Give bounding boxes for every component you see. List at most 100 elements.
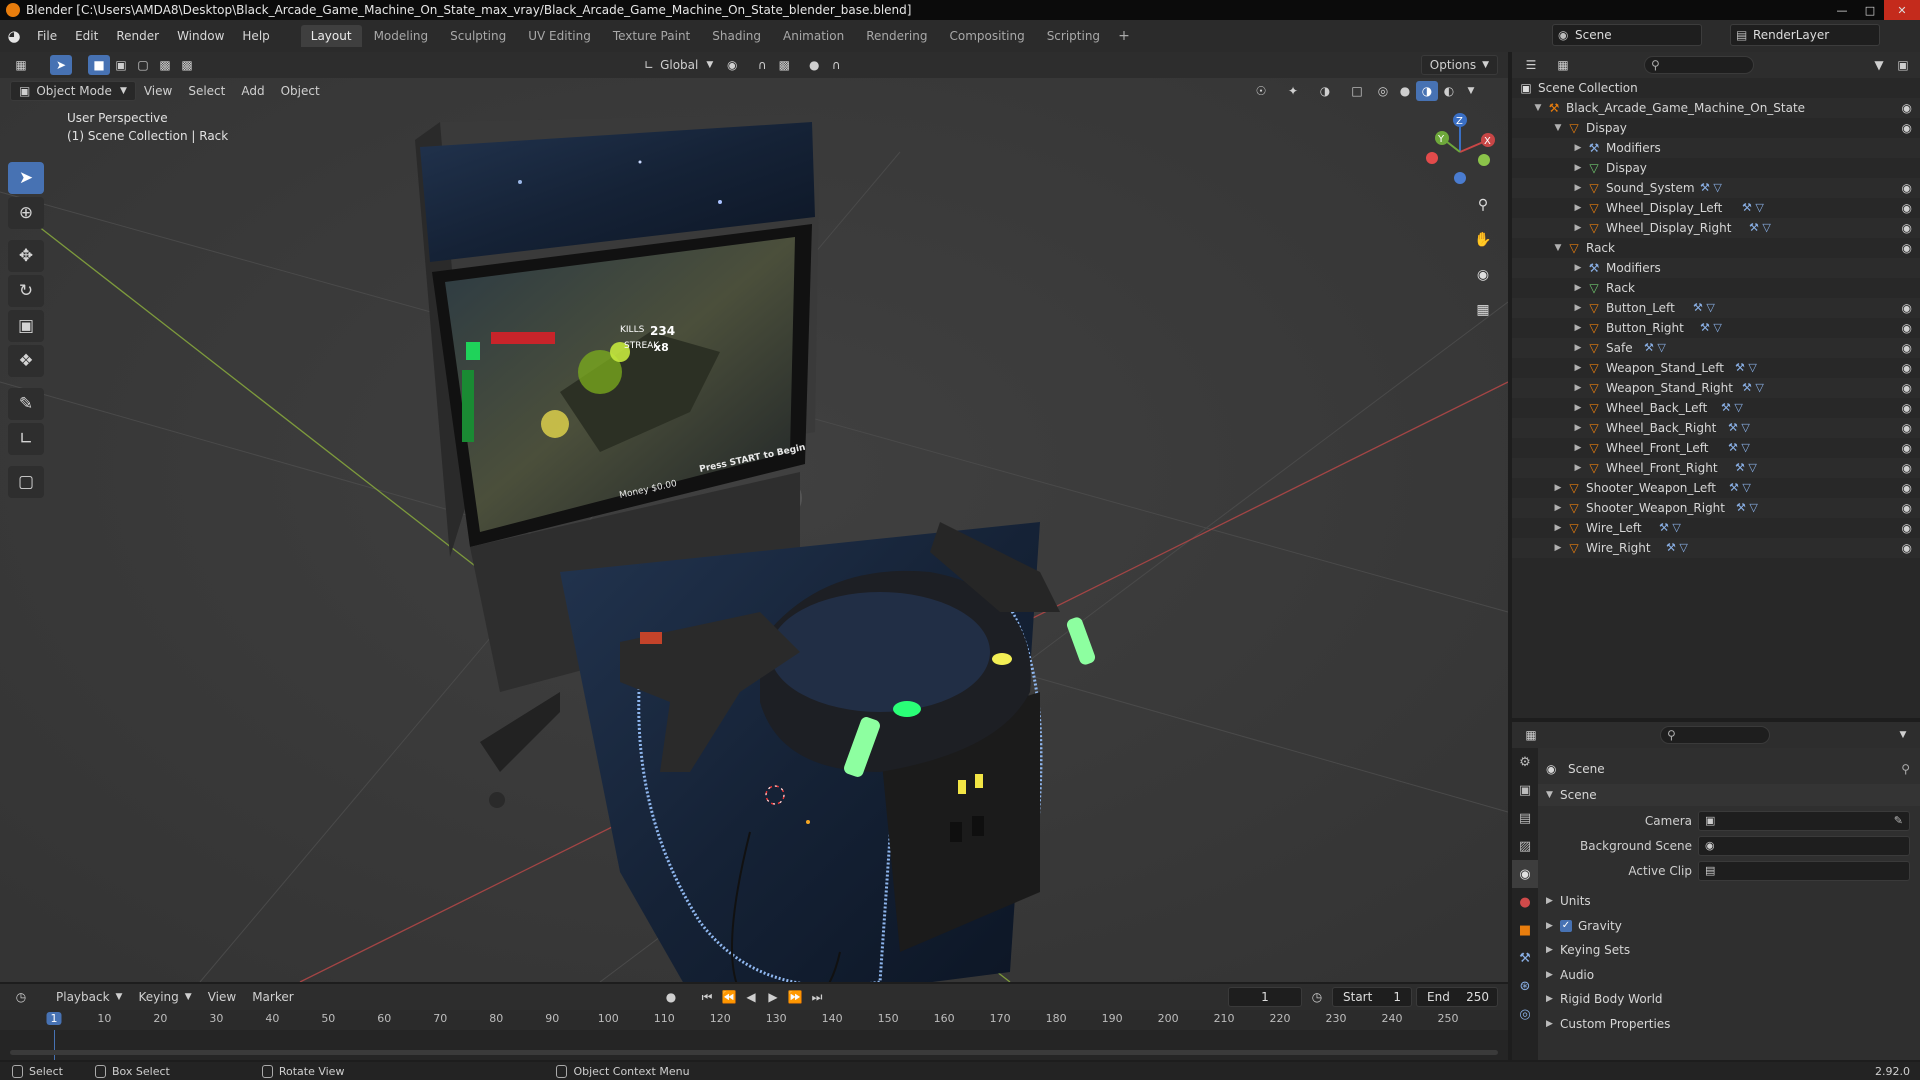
visibility-eye-icon[interactable]: ◉	[1902, 418, 1912, 438]
outliner-row[interactable]: ▶ ▽ Wire_Right ⚒ ▽ ◉	[1512, 538, 1920, 558]
ortho-grid-icon[interactable]: ▦	[1470, 297, 1496, 323]
expand-closed-icon[interactable]: ▶	[1572, 218, 1584, 238]
outliner-row[interactable]: ▶ ▽ Wire_Left ⚒ ▽ ◉	[1512, 518, 1920, 538]
particles-tab-icon[interactable]: ⊛	[1512, 972, 1538, 1000]
expand-closed-icon[interactable]: ▶	[1552, 538, 1564, 558]
rotate-tool-icon[interactable]: ↻	[8, 275, 44, 307]
close-button[interactable]: ✕	[1884, 0, 1920, 20]
render-tab-icon[interactable]: ▣	[1512, 776, 1538, 804]
3d-viewport[interactable]: KILLS 234 STREAK x8 Money $0.00 Press ST…	[0, 52, 1508, 982]
tab-sculpting[interactable]: Sculpting	[440, 25, 516, 47]
new-collection-icon[interactable]: ▣	[1892, 55, 1914, 75]
modifier-mesh-icons[interactable]: ⚒ ▽	[1721, 398, 1743, 418]
outliner-row[interactable]: ▶ ▽ Wheel_Display_Right ⚒ ▽ ◉	[1512, 218, 1920, 238]
visibility-eye-icon[interactable]: ◉	[1902, 378, 1912, 398]
transform-orientation-dropdown[interactable]: ∟ Global ▼	[636, 55, 721, 75]
shading-wireframe-icon[interactable]: ◎	[1372, 81, 1394, 101]
blender-menu-icon[interactable]: ◕	[0, 20, 28, 52]
outliner-row[interactable]: ▶ ▽ Safe ⚒ ▽ ◉	[1512, 338, 1920, 358]
visibility-eye-icon[interactable]: ◉	[1902, 238, 1912, 258]
expand-closed-icon[interactable]: ▶	[1572, 158, 1584, 178]
measure-tool-icon[interactable]: ∟	[8, 423, 44, 455]
start-frame-field[interactable]: Start 1	[1332, 987, 1412, 1007]
expand-closed-icon[interactable]: ▶	[1572, 258, 1584, 278]
shading-material-icon[interactable]: ◑	[1416, 81, 1438, 101]
modifier-mesh-icons[interactable]: ⚒ ▽	[1728, 438, 1750, 458]
menu-add[interactable]: Add	[233, 81, 272, 101]
shading-rendered-icon[interactable]: ◐	[1438, 81, 1460, 101]
gravity-checkbox[interactable]: ✓	[1560, 919, 1572, 932]
play-icon[interactable]: ▶	[762, 987, 784, 1007]
tab-uv-editing[interactable]: UV Editing	[518, 25, 601, 47]
visibility-eye-icon[interactable]: ◉	[1902, 338, 1912, 358]
expand-closed-icon[interactable]: ▶	[1572, 398, 1584, 418]
menu-playback[interactable]: Playback ▼	[48, 987, 130, 1007]
menu-object[interactable]: Object	[273, 81, 328, 101]
pin-icon[interactable]: ⚲	[1901, 758, 1910, 780]
visibility-eye-icon[interactable]: ◉	[1902, 98, 1912, 118]
record-keyframe-icon[interactable]: ●	[660, 987, 682, 1007]
subpanel-header[interactable]: ▶ Audio	[1538, 964, 1920, 986]
timeline[interactable]: 1 10 20 30 40 50 60 70 80 90 100 110 120 130 140 150 160…	[0, 1010, 1508, 1060]
jump-keyframe-forward-icon[interactable]: ⏩	[784, 987, 806, 1007]
expand-closed-icon[interactable]: ▶	[1552, 478, 1564, 498]
play-reverse-icon[interactable]: ◀	[740, 987, 762, 1007]
outliner-row[interactable]: ▶ ▽ Button_Right ⚒ ▽ ◉	[1512, 318, 1920, 338]
xray-icon[interactable]: □	[1346, 81, 1368, 101]
modifier-mesh-icons[interactable]: ⚒ ▽	[1666, 538, 1688, 558]
snap-icon[interactable]: ∩	[751, 55, 773, 75]
object-tab-icon[interactable]: ■	[1512, 916, 1538, 944]
menu-marker[interactable]: Marker	[244, 987, 301, 1007]
pan-hand-icon[interactable]: ✋	[1470, 227, 1496, 253]
tab-texture-paint[interactable]: Texture Paint	[603, 25, 700, 47]
visibility-eye-icon[interactable]: ◉	[1902, 318, 1912, 338]
outliner[interactable]: ▣ Scene Collection ▼ ⚒ Black_Arcade_Game_M…	[1512, 78, 1920, 718]
shading-solid-icon[interactable]: ●	[1394, 81, 1416, 101]
display-mode-icon[interactable]: ▦	[1552, 55, 1574, 75]
modifier-mesh-icons[interactable]: ⚒ ▽	[1728, 418, 1750, 438]
proportional-edit-icon[interactable]: ●	[803, 55, 825, 75]
shading-options-icon[interactable]: ▼	[1460, 81, 1482, 101]
modifier-mesh-icons[interactable]: ⚒ ▽	[1742, 198, 1764, 218]
visibility-eye-icon[interactable]: ◉	[1902, 518, 1912, 538]
outliner-row[interactable]: ▶ ▽ Weapon_Stand_Left ⚒ ▽ ◉	[1512, 358, 1920, 378]
tab-scripting[interactable]: Scripting	[1037, 25, 1110, 47]
current-frame-field[interactable]: 1	[1228, 987, 1302, 1007]
outliner-row[interactable]: ▶ ▽ Button_Left ⚒ ▽ ◉	[1512, 298, 1920, 318]
menu-timeline-view[interactable]: View	[200, 987, 244, 1007]
move-tool-icon[interactable]: ✥	[8, 240, 44, 272]
outliner-row[interactable]: ▼ ⚒ Black_Arcade_Game_Machine_On_State ◉	[1512, 98, 1920, 118]
visibility-eye-icon[interactable]: ◉	[1902, 198, 1912, 218]
outliner-row[interactable]: ▶ ▽ Weapon_Stand_Right ⚒ ▽ ◉	[1512, 378, 1920, 398]
outliner-row[interactable]: ▶ ▽ Wheel_Back_Right ⚒ ▽ ◉	[1512, 418, 1920, 438]
subpanel-header[interactable]: ▶ Units	[1538, 890, 1920, 912]
expand-closed-icon[interactable]: ▶	[1572, 198, 1584, 218]
outliner-row[interactable]: ▶ ▽ Shooter_Weapon_Left ⚒ ▽ ◉	[1512, 478, 1920, 498]
scale-tool-icon[interactable]: ▣	[8, 310, 44, 342]
expand-open-icon[interactable]: ▼	[1532, 98, 1544, 118]
timeline-scrollbar[interactable]	[10, 1050, 1498, 1055]
expand-closed-icon[interactable]: ▶	[1572, 358, 1584, 378]
expand-closed-icon[interactable]: ▶	[1572, 418, 1584, 438]
editor-type-icon[interactable]: ▦	[10, 55, 32, 75]
visibility-eye-icon[interactable]: ◉	[1902, 438, 1912, 458]
visibility-icon[interactable]: ☉	[1250, 81, 1272, 101]
timeline-editor-type-icon[interactable]: ◷	[10, 987, 32, 1007]
minimize-button[interactable]: —	[1828, 0, 1856, 20]
outliner-row[interactable]: ▶ ▽ Wheel_Front_Left ⚒ ▽ ◉	[1512, 438, 1920, 458]
tab-layout[interactable]: Layout	[300, 25, 362, 47]
menu-help[interactable]: Help	[233, 20, 278, 52]
expand-open-icon[interactable]: ▼	[1552, 118, 1564, 138]
options-dropdown[interactable]: Options ▼	[1420, 55, 1498, 75]
visibility-eye-icon[interactable]: ◉	[1902, 538, 1912, 558]
visibility-eye-icon[interactable]: ◉	[1902, 398, 1912, 418]
add-cube-tool-icon[interactable]: ▢	[8, 466, 44, 498]
tab-animation[interactable]: Animation	[773, 25, 854, 47]
jump-start-icon[interactable]: ⏮	[696, 987, 718, 1007]
eyedropper-icon[interactable]: ✎	[1894, 812, 1903, 830]
visibility-eye-icon[interactable]: ◉	[1902, 178, 1912, 198]
filter-icon[interactable]: ▼	[1868, 55, 1890, 75]
outliner-row[interactable]: ▼ ▽ Dispay ◉	[1512, 118, 1920, 138]
tab-compositing[interactable]: Compositing	[939, 25, 1034, 47]
chevron-down-icon[interactable]: ▼	[1892, 725, 1914, 745]
